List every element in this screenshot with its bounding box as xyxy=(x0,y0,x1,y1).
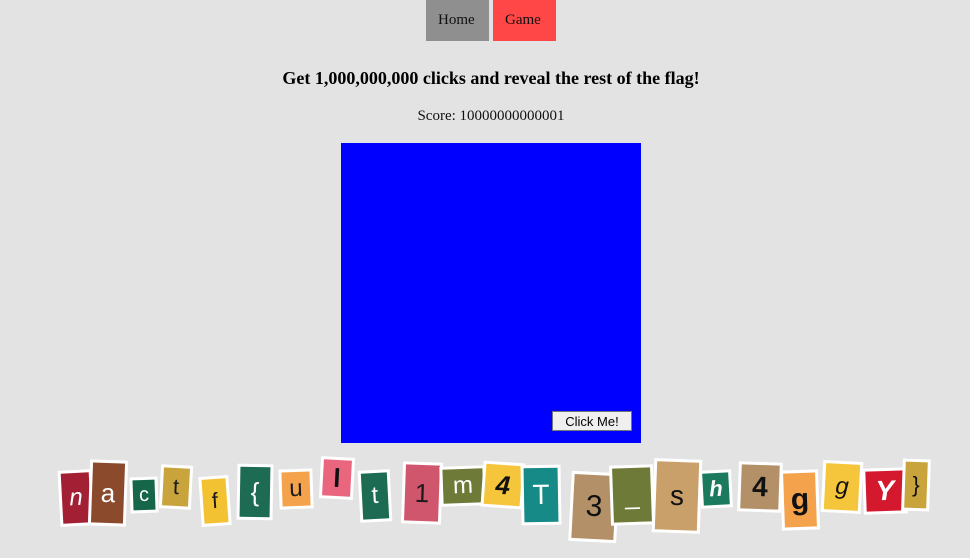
flag-letter-tile: } xyxy=(904,461,928,509)
game-area: Click Me! xyxy=(341,143,641,443)
flag-letter-tile: f xyxy=(201,478,229,524)
click-me-button[interactable]: Click Me! xyxy=(552,411,632,431)
flag-letter-tile: m xyxy=(442,468,484,504)
flag-letter-tile: g xyxy=(783,472,817,528)
flag-letters: n a c t f{u l t 1 m 4 T 3 _ s h 4 g g Y} xyxy=(0,455,970,558)
flag-letter-tile: s xyxy=(654,461,700,531)
flag-letter-tile: g xyxy=(823,463,861,511)
page-headline: Get 1,000,000,000 clicks and reveal the … xyxy=(282,68,700,88)
flag-letter-tile: Y xyxy=(865,470,905,512)
nav-game-button[interactable]: Game xyxy=(493,0,556,41)
flag-letter-tile: u xyxy=(281,471,311,507)
flag-letter-tile: a xyxy=(90,462,126,524)
flag-letter-tile: 3 xyxy=(571,473,617,541)
flag-letter-tile: t xyxy=(360,472,390,520)
flag-letter-tile: l xyxy=(322,459,352,497)
flag-letter-tile: h xyxy=(702,472,730,506)
flag-letter-tile: t xyxy=(162,467,190,507)
flag-letter-tile: 1 xyxy=(404,464,440,522)
top-nav: Home Game xyxy=(426,0,556,41)
flag-letter-tile: T xyxy=(523,467,559,523)
nav-home-button[interactable]: Home xyxy=(426,0,489,41)
flag-letter-tile: c xyxy=(132,479,156,511)
flag-letter-tile: n xyxy=(60,472,92,524)
flag-letter-tile: _ xyxy=(612,467,652,523)
flag-letter-tile: { xyxy=(239,466,271,518)
flag-letter-tile: 4 xyxy=(740,464,780,510)
score-display: Score: 10000000000001 xyxy=(417,108,565,124)
flag-letter-tile: 4 xyxy=(483,463,523,507)
